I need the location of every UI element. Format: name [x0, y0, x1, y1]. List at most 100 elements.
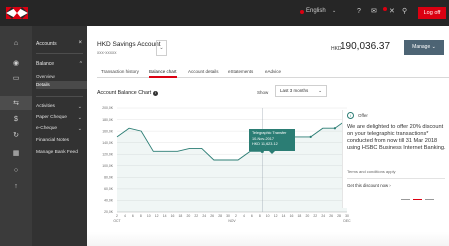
chevron-down-icon: ⌄	[332, 8, 337, 14]
x-tick-label: 20	[305, 214, 309, 218]
x-tick-label: 8	[140, 214, 142, 218]
x-tick-label: 6	[132, 214, 134, 218]
top-bar: English ⌄ ? ✉ ✕ ⚲ Log off	[0, 0, 449, 26]
sidebar-item-manage-bank-feed[interactable]: Manage Bank Feed	[36, 150, 78, 155]
transfer-icon[interactable]: ⇆	[0, 99, 32, 107]
x-tick-label: 22	[194, 214, 198, 218]
help-icon[interactable]: ?	[357, 7, 361, 17]
tooltip-arrow	[269, 151, 275, 154]
x-month-label: DEC	[343, 219, 351, 223]
y-tick-label: 140,0K	[102, 141, 113, 145]
y-tick-label: 200,0K	[102, 106, 113, 110]
x-tick-label: 16	[290, 214, 294, 218]
x-tick-label: 12	[155, 214, 159, 218]
x-tick-label: 14	[163, 214, 167, 218]
offer-info-icon: i	[347, 112, 354, 119]
sidebar-divider	[36, 96, 83, 97]
x-tick-label: 18	[179, 214, 183, 218]
x-tick-label: 14	[282, 214, 286, 218]
profile-icon[interactable]: ✕	[389, 7, 395, 17]
sidebar-item-e-cheque[interactable]: e-Cheque	[36, 126, 57, 131]
sidebar-divider	[36, 53, 83, 54]
y-tick-label: 20,0K	[104, 210, 114, 214]
sidebar-item-activities[interactable]: Activities	[36, 104, 55, 109]
accounts-icon[interactable]: ◉	[0, 59, 32, 67]
x-tick-label: 24	[321, 214, 325, 218]
get-discount-link[interactable]: Get this discount now ›	[347, 183, 391, 188]
sidebar-balance-heading[interactable]: Balance	[36, 61, 54, 67]
y-tick-label: 160,0K	[102, 129, 113, 133]
bottom-fade	[87, 232, 449, 246]
pin-icon[interactable]: ↑	[0, 183, 32, 190]
mail-icon[interactable]: ✉	[371, 7, 377, 17]
offer-panel: i Offer We are delighted to offer 20% di…	[342, 110, 449, 208]
y-tick-label: 100,0K	[102, 164, 113, 168]
y-tick-label: 40,0K	[104, 199, 114, 203]
x-tick-label: 18	[298, 214, 302, 218]
chevron-down-icon: ⌄	[77, 126, 82, 132]
x-tick-label: 8	[259, 214, 261, 218]
x-tick-label: 28	[337, 214, 341, 218]
y-tick-label: 180,0K	[102, 118, 113, 122]
offer-divider	[347, 178, 445, 179]
data-point	[309, 135, 312, 138]
search-icon[interactable]: ⚲	[402, 7, 407, 17]
series-area	[117, 119, 347, 212]
chart-icon[interactable]: ▦	[0, 149, 32, 157]
x-tick-label: 10	[147, 214, 151, 218]
x-tick-label: 12	[274, 214, 278, 218]
x-tick-label: 2	[116, 214, 118, 218]
x-tick-label: 10	[266, 214, 270, 218]
sidebar-accounts-heading: Accounts	[36, 41, 57, 47]
exchange-icon[interactable]: ↻	[0, 131, 32, 139]
sidebar: Accounts × Balance ^ Overview Details Ac…	[32, 26, 87, 246]
x-tick-label: 30	[345, 214, 349, 218]
x-month-label: OCT	[113, 219, 120, 223]
support-icon[interactable]: ○	[0, 167, 32, 174]
data-point	[333, 127, 336, 130]
tooltip-type: Telegraphic Transfer	[252, 131, 287, 135]
carousel-dot-active[interactable]	[413, 199, 422, 200]
icon-rail: ⌂ ◉ ▭ ⇆ $ ↻ ▦ ○ ↑	[0, 26, 32, 246]
sidebar-item-financial-notes[interactable]: Financial Notes	[36, 138, 69, 143]
hsbc-logo[interactable]	[6, 7, 28, 19]
y-tick-label: 120,0K	[102, 152, 113, 156]
offer-text: We are delighted to offer 20% discount o…	[347, 124, 446, 151]
x-tick-label: 26	[210, 214, 214, 218]
tooltip-amount: HKD 11,623.12	[252, 142, 278, 146]
x-tick-label: 24	[202, 214, 206, 218]
close-icon[interactable]: ×	[78, 40, 82, 46]
language-flag-icon	[300, 10, 304, 14]
sidebar-item-details[interactable]: Details	[36, 81, 87, 89]
x-tick-label: 4	[124, 214, 126, 218]
x-tick-label: 2	[235, 214, 237, 218]
x-tick-label: 6	[251, 214, 253, 218]
chart-tooltip: Telegraphic Transfer 10-Nov-2017 HKD 11,…	[249, 129, 295, 154]
chevron-up-icon: ^	[79, 61, 82, 67]
x-tick-label: 26	[329, 214, 333, 218]
carousel-dot[interactable]	[401, 199, 410, 200]
x-tick-label: 22	[313, 214, 317, 218]
x-month-label: NOV	[228, 219, 236, 223]
language-selector[interactable]: English	[306, 8, 326, 14]
offer-tag: Offer	[358, 113, 368, 118]
notification-badge	[383, 7, 387, 11]
carousel-dot[interactable]	[425, 199, 434, 200]
payments-icon[interactable]: $	[0, 116, 32, 123]
x-tick-label: 28	[218, 214, 222, 218]
app-root: English ⌄ ? ✉ ✕ ⚲ Log off ⌂ ◉ ▭ ⇆ $ ↻ ▦ …	[0, 0, 449, 246]
sidebar-item-paper-cheque[interactable]: Paper Cheque	[36, 115, 67, 120]
logout-button[interactable]: Log off	[418, 7, 446, 19]
home-icon[interactable]: ⌂	[0, 40, 32, 47]
x-tick-label: 4	[243, 214, 245, 218]
terms-link[interactable]: Terms and conditions apply	[347, 169, 395, 174]
x-tick-label: 20	[186, 214, 190, 218]
y-tick-label: 80,0K	[104, 176, 114, 180]
x-tick-label: 16	[171, 214, 175, 218]
x-tick-label: 30	[226, 214, 230, 218]
cards-icon[interactable]: ▭	[0, 74, 32, 82]
sidebar-item-overview[interactable]: Overview	[36, 73, 87, 81]
y-tick-label: 60,0K	[104, 187, 114, 191]
chevron-down-icon: ⌄	[77, 115, 82, 121]
chevron-down-icon: ⌄	[77, 104, 82, 110]
